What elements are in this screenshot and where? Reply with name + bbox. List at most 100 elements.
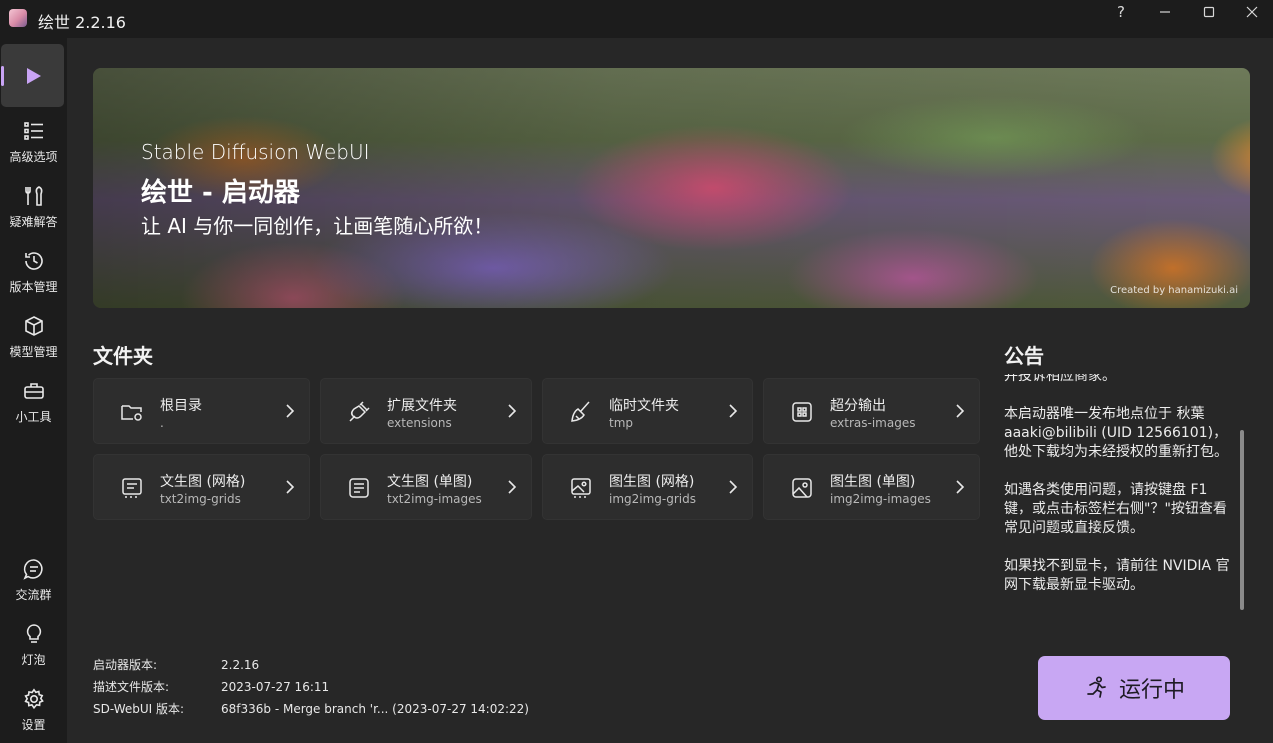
chevron-right-icon bbox=[508, 404, 517, 418]
close-icon bbox=[1246, 6, 1258, 18]
cube-icon bbox=[24, 316, 43, 336]
folder-path: img2img-images bbox=[830, 492, 931, 506]
version-key: 描述文件版本: bbox=[93, 680, 170, 694]
folder-path: extras-images bbox=[830, 416, 916, 430]
version-value: 2023-07-27 16:11 bbox=[221, 680, 330, 694]
sidebar-item-label: 疑难解答 bbox=[9, 215, 58, 229]
sidebar-item-bulb[interactable]: 灯泡 bbox=[0, 613, 67, 675]
help-button[interactable]: ? bbox=[1099, 0, 1143, 24]
version-row-launcher: 启动器版本: 2.2.16 bbox=[93, 656, 259, 673]
chevron-right-icon bbox=[729, 480, 738, 494]
folder-card-img2img-images[interactable]: 图生图 (单图) img2img-images bbox=[763, 454, 980, 520]
sidebar-item-label: 版本管理 bbox=[9, 280, 58, 294]
folder-path: txt2img-images bbox=[387, 492, 482, 506]
active-indicator bbox=[1, 66, 4, 86]
chevron-right-icon bbox=[286, 480, 295, 494]
image-grid-icon bbox=[571, 478, 591, 498]
sidebar-item-launch[interactable] bbox=[1, 44, 64, 107]
upscale-icon bbox=[792, 402, 812, 422]
folder-card-img2img-grids[interactable]: 图生图 (网格) img2img-grids bbox=[542, 454, 753, 520]
broom-icon bbox=[571, 401, 590, 422]
run-button[interactable]: 运行中 bbox=[1038, 656, 1230, 720]
banner-title: 绘世 - 启动器 bbox=[141, 178, 300, 208]
sidebar-item-models[interactable]: 模型管理 bbox=[0, 305, 67, 367]
maximize-button[interactable] bbox=[1187, 0, 1231, 24]
version-key: 启动器版本: bbox=[93, 658, 158, 672]
sidebar-item-label: 高级选项 bbox=[9, 150, 58, 164]
chevron-right-icon bbox=[729, 404, 738, 418]
sidebar-item-label: 模型管理 bbox=[9, 345, 58, 359]
gear-icon bbox=[23, 688, 44, 710]
banner-tagline: 让 AI 与你一同创作，让画笔随心所欲！ bbox=[141, 214, 494, 238]
notice-scrollbar[interactable] bbox=[1240, 430, 1244, 610]
folders-title: 文件夹 bbox=[93, 344, 153, 368]
text-doc-icon bbox=[349, 478, 369, 498]
folder-card-root[interactable]: 根目录 . bbox=[93, 378, 310, 444]
sidebar-item-label: 设置 bbox=[21, 718, 46, 732]
notice-paragraph: 本启动器唯一发布地点位于 秋葉aaaki@bilibili (UID 12566… bbox=[1004, 406, 1228, 460]
chevron-right-icon bbox=[956, 404, 965, 418]
minimize-button[interactable] bbox=[1143, 0, 1187, 24]
lightbulb-icon bbox=[26, 624, 41, 643]
sidebar-item-troubleshoot[interactable]: 疑难解答 bbox=[0, 175, 67, 237]
folder-path: . bbox=[160, 416, 164, 430]
folder-path: extensions bbox=[387, 416, 452, 430]
toolbox-icon bbox=[23, 383, 44, 399]
folder-settings-icon bbox=[121, 405, 142, 421]
list-settings-icon bbox=[23, 122, 43, 140]
text-grid-icon bbox=[122, 478, 142, 498]
folder-path: img2img-grids bbox=[609, 492, 696, 506]
sidebar-item-label: 交流群 bbox=[15, 588, 52, 602]
folder-name: 扩展文件夹 bbox=[387, 398, 457, 414]
sidebar-item-versions[interactable]: 版本管理 bbox=[0, 240, 67, 302]
hero-banner: Stable Diffusion WebUI 绘世 - 启动器 让 AI 与你一… bbox=[93, 68, 1250, 308]
notice-paragraph: 如果找不到显卡，请前往 NVIDIA 官网下载最新显卡驱动。 bbox=[1004, 558, 1230, 593]
chevron-right-icon bbox=[286, 404, 295, 418]
folder-path: txt2img-grids bbox=[160, 492, 241, 506]
version-key: SD-WebUI 版本: bbox=[93, 702, 185, 716]
folder-name: 临时文件夹 bbox=[609, 398, 679, 414]
folder-name: 文生图 (单图) bbox=[387, 474, 473, 490]
sidebar-item-community[interactable]: 交流群 bbox=[0, 548, 67, 610]
image-icon bbox=[792, 478, 812, 498]
plug-icon bbox=[349, 401, 370, 422]
running-person-icon bbox=[1087, 676, 1106, 698]
folder-name: 图生图 (单图) bbox=[830, 474, 916, 490]
sidebar-item-label: 灯泡 bbox=[21, 653, 46, 667]
minimize-icon bbox=[1160, 11, 1170, 13]
window-title: 绘世 2.2.16 bbox=[38, 13, 126, 32]
notice-paragraph: 如遇各类使用问题，请按键盘 F1 键，或点击标签栏右侧"？"按钮查看常见问题或直… bbox=[1004, 482, 1227, 536]
close-button[interactable] bbox=[1230, 0, 1273, 24]
folder-card-txt2img-grids[interactable]: 文生图 (网格) txt2img-grids bbox=[93, 454, 310, 520]
maximize-icon bbox=[1203, 6, 1215, 18]
sidebar-item-settings[interactable]: 设置 bbox=[0, 678, 67, 740]
sidebar: 高级选项 疑难解答 版本管理 模型管理 小工具 交流群 灯泡 设置 bbox=[0, 38, 67, 743]
folder-card-tmp[interactable]: 临时文件夹 tmp bbox=[542, 378, 753, 444]
folder-path: tmp bbox=[609, 416, 634, 430]
sidebar-item-label: 小工具 bbox=[15, 410, 52, 424]
sidebar-item-tools[interactable]: 小工具 bbox=[0, 370, 67, 432]
history-icon bbox=[24, 252, 43, 270]
tools-icon bbox=[24, 186, 42, 206]
notice-panel[interactable]: 并投诉相应商家。 本启动器唯一发布地点位于 秋葉aaaki@bilibili (… bbox=[1004, 374, 1232, 622]
run-button-label: 运行中 bbox=[1118, 678, 1185, 703]
banner-credit: Created by hanamizuki.ai bbox=[1110, 285, 1238, 296]
notice-paragraph: 并投诉相应商家。 bbox=[1004, 374, 1116, 384]
notice-title: 公告 bbox=[1004, 344, 1044, 368]
folder-card-extras[interactable]: 超分输出 extras-images bbox=[763, 378, 980, 444]
folder-card-extensions[interactable]: 扩展文件夹 extensions bbox=[320, 378, 532, 444]
version-value: 2.2.16 bbox=[221, 658, 260, 672]
version-value: 68f336b - Merge branch 'r... (2023-07-27… bbox=[221, 702, 529, 716]
chat-icon bbox=[22, 559, 43, 580]
folder-card-txt2img-images[interactable]: 文生图 (单图) txt2img-images bbox=[320, 454, 532, 520]
play-icon bbox=[26, 67, 41, 84]
version-row-webui: SD-WebUI 版本: 68f336b - Merge branch 'r...… bbox=[93, 700, 529, 717]
chevron-right-icon bbox=[508, 480, 517, 494]
title-bar: 绘世 2.2.16 ? bbox=[0, 0, 1273, 38]
folder-name: 图生图 (网格) bbox=[609, 474, 695, 490]
app-logo-icon bbox=[9, 9, 27, 27]
chevron-right-icon bbox=[956, 480, 965, 494]
folder-name: 超分输出 bbox=[830, 398, 886, 414]
banner-subtitle: Stable Diffusion WebUI bbox=[141, 140, 370, 164]
sidebar-item-advanced[interactable]: 高级选项 bbox=[0, 110, 67, 172]
